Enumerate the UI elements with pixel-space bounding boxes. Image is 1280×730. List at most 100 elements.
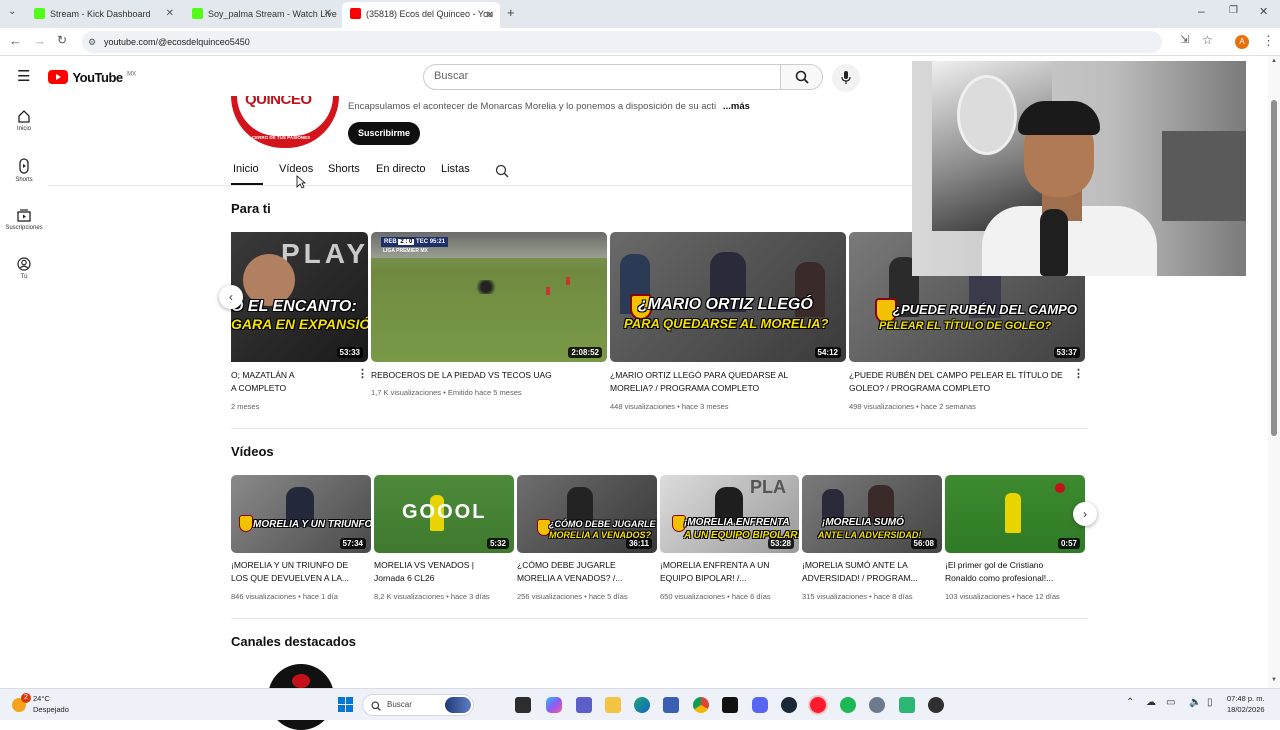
task-view-icon[interactable]	[515, 697, 531, 713]
video-duration: 36:11	[625, 538, 652, 549]
restore-icon[interactable]: ❐	[1229, 5, 1238, 16]
scroll-down-icon[interactable]: ▼	[1271, 677, 1277, 683]
chrome-icon[interactable]	[693, 697, 709, 713]
opera-icon[interactable]	[810, 697, 826, 713]
sidebar-item-shorts[interactable]: Shorts	[0, 158, 48, 183]
weather-widget[interactable]: 2 24°C Despejado	[12, 693, 82, 718]
clock-time[interactable]: 07:48 p. m.	[1227, 694, 1265, 703]
app-icon[interactable]	[899, 697, 915, 713]
minimize-icon[interactable]: –	[1198, 4, 1205, 18]
video-title[interactable]: ¡MORELIA SUMÓ ANTE LA ADVERSIDAD! / PROG…	[802, 559, 937, 585]
file-explorer-icon[interactable]	[605, 697, 621, 713]
video-title[interactable]: ¿PUEDE RUBÉN DEL CAMPO PELEAR EL TÍTULO …	[849, 369, 1069, 395]
browser-tab-kick[interactable]: Stream - Kick Dashboard ✕	[30, 4, 180, 24]
video-title[interactable]: O; MAZATLÁN A A COMPLETO	[231, 369, 356, 395]
youtube-logo[interactable]: YouTube MX	[48, 69, 136, 85]
video-thumbnail[interactable]: PLA ¡MORELIA ENFRENTA A UN EQUIPO BIPOLA…	[660, 475, 799, 553]
copilot-icon[interactable]	[546, 697, 562, 713]
store-icon[interactable]	[663, 697, 679, 713]
hamburger-menu-icon[interactable]: ☰	[17, 67, 30, 85]
channel-search-icon[interactable]	[495, 164, 509, 178]
channel-avatar[interactable]: QUINCEO EL CERRO DE TUS PASIONES	[231, 96, 339, 148]
carousel-prev-button[interactable]: ‹	[219, 285, 243, 309]
scrollbar-thumb[interactable]	[1271, 100, 1277, 436]
tab-videos[interactable]: Vídeos	[279, 163, 313, 175]
search-bar[interactable]: Buscar	[423, 64, 823, 90]
more-link[interactable]: ...más	[723, 101, 750, 112]
search-button[interactable]	[780, 65, 822, 89]
video-title[interactable]: ¡El primer gol de Cristiano Ronaldo como…	[945, 559, 1080, 585]
search-icon	[371, 701, 381, 711]
more-options-icon[interactable]: ⋮	[1073, 367, 1084, 380]
video-thumbnail[interactable]: PLAY O EL ENCANTO: GARA EN EXPANSIÓN! 53…	[231, 232, 368, 362]
video-title[interactable]: ¡MORELIA Y UN TRIUNFO DE LOS QUE DEVUELV…	[231, 559, 366, 585]
address-bar[interactable]: ⚙ youtube.com/@ecosdelquinceo5450	[82, 31, 1162, 53]
carousel-next-button[interactable]: ›	[1073, 502, 1097, 526]
obs-icon[interactable]	[928, 697, 944, 713]
video-thumbnail[interactable]: GOOOL 5:32	[374, 475, 514, 553]
video-title[interactable]: MORELIA VS VENADOS | Jornada 6 CL26	[374, 559, 509, 585]
bookmark-star-icon[interactable]: ☆	[1202, 33, 1213, 47]
video-title[interactable]: ¿MARIO ORTIZ LLEGÓ PARA QUEDARSE AL MORE…	[610, 369, 830, 395]
video-thumbnail[interactable]: MORELIA Y UN TRIUNFO 57:34	[231, 475, 371, 553]
video-meta: 448 visualizaciones • hace 3 meses	[610, 402, 729, 411]
onedrive-icon[interactable]: ▭	[1166, 697, 1175, 708]
video-thumbnail[interactable]: ¡MORELIA SUMÓ ANTE LA ADVERSIDAD! 56:08	[802, 475, 942, 553]
youtube-logo-text: YouTube	[72, 70, 123, 85]
tab-home[interactable]: Inicio	[233, 163, 259, 175]
video-title[interactable]: ¿CÓMO DEBE JUGARLE MORELIA A VENADOS? /.…	[517, 559, 652, 585]
discord-icon[interactable]	[752, 697, 768, 713]
score-away: TEC	[416, 239, 429, 245]
tray-chevron-icon[interactable]: ⌃	[1126, 697, 1134, 708]
video-thumbnail[interactable]: REB 2 : 0 TEC 95:21 LIGA PREMIER MX 2:08…	[371, 232, 607, 362]
more-options-icon[interactable]: ⋮	[357, 367, 368, 380]
scroll-up-icon[interactable]: ▲	[1271, 58, 1277, 64]
video-thumbnail[interactable]: 0:57	[945, 475, 1085, 553]
tiktok-icon[interactable]	[722, 697, 738, 713]
taskbar-search[interactable]: Buscar	[362, 694, 474, 716]
settings-icon[interactable]	[869, 697, 885, 713]
forward-arrow-icon[interactable]: →	[33, 33, 46, 48]
video-title[interactable]: REBOCEROS DE LA PIEDAD VS TECOS UAG	[371, 369, 591, 382]
browser-tab-youtube[interactable]: (35818) Ecos del Quinceo - You ✕	[342, 2, 500, 28]
site-info-icon[interactable]: ⚙	[88, 31, 96, 53]
back-arrow-icon[interactable]: ←	[9, 33, 22, 48]
volume-icon[interactable]: 🔈	[1189, 697, 1201, 708]
browser-menu-icon[interactable]: ⋮	[1262, 33, 1275, 49]
tab-live[interactable]: En directo	[376, 163, 426, 175]
video-duration: 56:08	[910, 538, 937, 549]
video-thumbnail[interactable]: ¿CÓMO DEBE JUGARLE MORELIA A VENADOS? 36…	[517, 475, 657, 553]
clock-date[interactable]: 18/02/2026	[1227, 705, 1265, 714]
steam-icon[interactable]	[781, 697, 797, 713]
install-app-icon[interactable]: ⇲	[1180, 33, 1189, 46]
profile-avatar[interactable]: A	[1235, 35, 1249, 49]
video-title[interactable]: ¡MORELIA ENFRENTA A UN EQUIPO BIPOLAR! /…	[660, 559, 795, 585]
voice-search-button[interactable]	[832, 64, 860, 92]
video-title-line: ¡MORELIA ENFRENTA A UN	[660, 560, 770, 570]
close-icon[interactable]: ✕	[486, 4, 494, 28]
sidebar-item-label: Inicio	[16, 126, 31, 132]
close-window-icon[interactable]: ✕	[1259, 5, 1268, 18]
close-icon[interactable]: ✕	[166, 4, 174, 24]
video-thumbnail[interactable]: ¿MARIO ORTIZ LLEGÓ PARA QUEDARSE AL MORE…	[610, 232, 846, 362]
start-button[interactable]	[338, 697, 353, 712]
tab-search-icon[interactable]: ⌄	[8, 6, 16, 17]
search-input[interactable]: Buscar	[434, 70, 468, 82]
new-tab-button[interactable]: +	[507, 5, 515, 20]
sidebar-item-home[interactable]: Inicio	[0, 109, 48, 132]
teams-icon[interactable]	[576, 697, 592, 713]
tab-playlists[interactable]: Listas	[441, 163, 470, 175]
tab-shorts[interactable]: Shorts	[328, 163, 360, 175]
browser-tab-kick-live[interactable]: Soy_palma Stream - Watch Live ✕	[188, 4, 338, 24]
battery-icon[interactable]: ▯	[1207, 697, 1213, 708]
sidebar-item-you[interactable]: Tú	[0, 257, 48, 280]
subscribe-button[interactable]: Suscribirme	[348, 122, 420, 145]
sidebar-item-subscriptions[interactable]: Suscripciones	[0, 208, 48, 231]
video-meta: 498 visualizaciones • hace 2 semanas	[849, 402, 976, 411]
video-duration: 5:32	[486, 538, 509, 549]
spotify-icon[interactable]	[840, 697, 856, 713]
network-icon[interactable]: ☁	[1146, 697, 1156, 708]
reload-icon[interactable]: ↻	[57, 33, 67, 47]
edge-icon[interactable]	[634, 697, 650, 713]
close-icon[interactable]: ✕	[324, 4, 332, 24]
